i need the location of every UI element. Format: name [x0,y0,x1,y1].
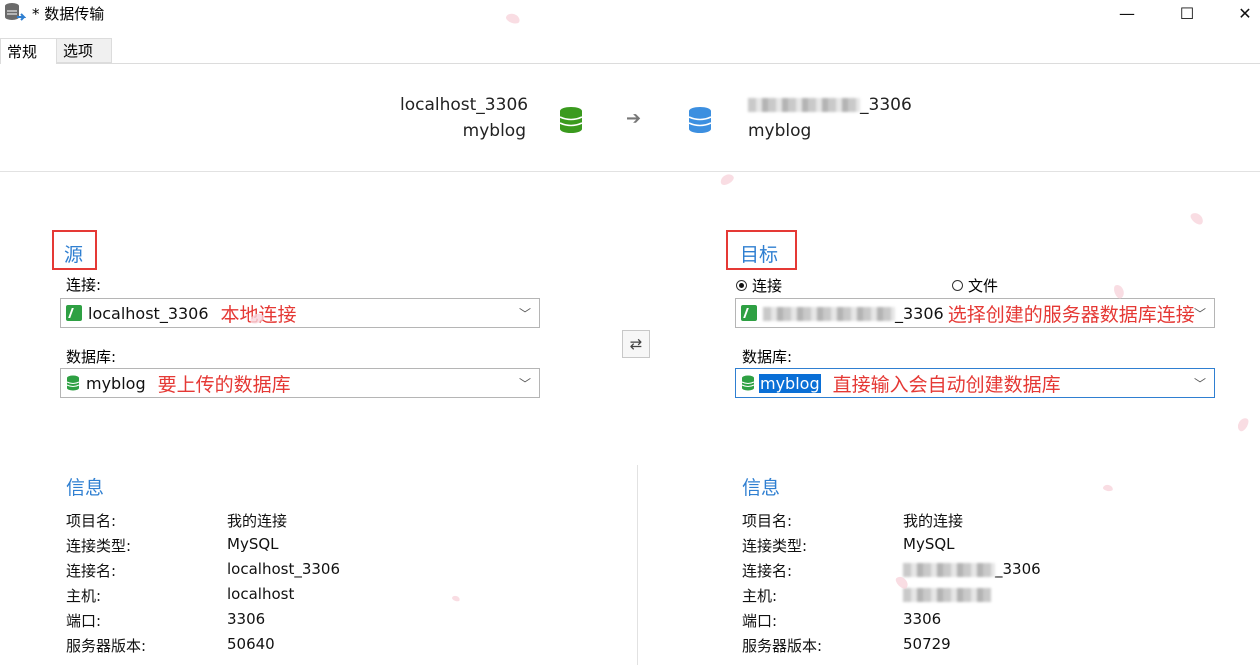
header-target-database: myblog [748,121,812,141]
info-key: 项目名: [66,512,117,530]
tab-options[interactable]: 选项 [57,38,112,63]
redacted-host [763,307,895,321]
petal-decoration [451,594,461,603]
source-database-value: myblog [86,373,146,393]
info-value: 3306 [227,610,266,628]
info-key: 连接名: [742,562,793,580]
info-key: 主机: [742,587,778,605]
tab-strip-divider [0,63,1260,64]
target-connection-note: 选择创建的服务器数据库连接 [947,303,1195,326]
info-value [903,585,1103,606]
database-icon [741,375,755,391]
source-database-note: 要上传的数据库 [157,373,291,396]
info-key: 端口: [742,612,778,630]
target-info-table: 项目名: 我的连接 连接类型: MySQL 连接名: _3306 主机: 端口: 330… [742,510,1103,656]
radio-checked-icon [736,280,747,291]
chevron-down-icon[interactable]: ﹀ [519,375,531,392]
radio-unchecked-icon [952,280,963,291]
source-connection-label: 连接: [66,276,102,294]
database-icon [66,375,80,391]
info-key: 连接类型: [66,537,132,555]
info-divider [637,465,638,665]
target-info-title: 信息 [742,477,781,499]
connection-icon [741,305,757,321]
target-connection-select[interactable]: _3306 选择创建的服务器数据库连接 ﹀ [735,298,1215,328]
maximize-button[interactable]: ☐ [1164,0,1210,26]
target-connection-value: _3306 [763,304,944,323]
info-value: MySQL [903,535,955,553]
source-title: 源 [64,244,84,266]
chevron-down-icon[interactable]: ﹀ [519,305,531,322]
info-key: 端口: [66,612,102,630]
header-divider [0,171,1260,172]
info-value: _3306 [903,560,1103,581]
target-title: 目标 [740,244,779,266]
info-value: 我的连接 [227,512,288,530]
info-value: 50729 [903,635,951,653]
info-key: 服务器版本: [66,637,147,655]
info-value: 50640 [227,635,275,653]
info-value: localhost [227,585,295,603]
target-radio-connection[interactable]: 连接 [736,275,782,296]
target-database-note: 直接输入会自动创建数据库 [832,373,1061,396]
info-value: 3306 [903,610,942,628]
info-value: 我的连接 [903,512,964,530]
info-key: 连接类型: [742,537,808,555]
source-info-table: 项目名: 我的连接 连接类型: MySQL 连接名: localhost_3306 主… [66,510,427,656]
target-database-icon [688,107,712,133]
source-connection-value: localhost_3306 [88,303,209,323]
target-database-label: 数据库: [742,348,793,366]
source-info-title: 信息 [66,477,105,499]
redacted-host [903,587,991,602]
database-transfer-icon [5,3,26,21]
header-source-database: myblog [462,121,526,141]
source-connection-select[interactable]: localhost_3306 本地连接 ﹀ [60,298,540,328]
source-database-label: 数据库: [66,348,117,366]
close-button[interactable]: ✕ [1222,0,1260,26]
swap-button[interactable]: ⇄ [622,330,650,358]
petal-decoration [504,11,522,26]
redacted-host [748,98,860,112]
chevron-down-icon[interactable]: ﹀ [1194,305,1206,322]
target-database-input[interactable]: myblog 直接输入会自动创建数据库 ﹀ [735,368,1215,398]
info-key: 项目名: [742,512,793,530]
info-value: localhost_3306 [227,560,341,578]
window-title: * 数据传输 [32,5,105,23]
source-database-select[interactable]: myblog 要上传的数据库 ﹀ [60,368,540,398]
chevron-down-icon[interactable]: ﹀ [1194,375,1206,392]
info-key: 主机: [66,587,102,605]
connection-icon [66,305,82,321]
info-key: 服务器版本: [742,637,823,655]
header-source-connection: localhost_3306 [400,95,529,115]
tab-general[interactable]: 常规 [0,38,57,64]
petal-decoration [718,172,736,187]
source-database-icon [559,107,583,133]
target-database-value[interactable]: myblog [759,373,821,393]
minimize-button[interactable]: — [1104,0,1150,26]
header-target-connection: _3306 [748,95,912,115]
info-value: MySQL [227,535,279,553]
info-key: 连接名: [66,562,117,580]
petal-decoration [1188,210,1206,227]
petal-decoration [1102,484,1114,492]
petal-decoration [1235,416,1251,433]
transfer-arrow-icon: ➔ [626,108,642,129]
redacted-host [903,562,995,577]
target-radio-file[interactable]: 文件 [952,275,998,296]
